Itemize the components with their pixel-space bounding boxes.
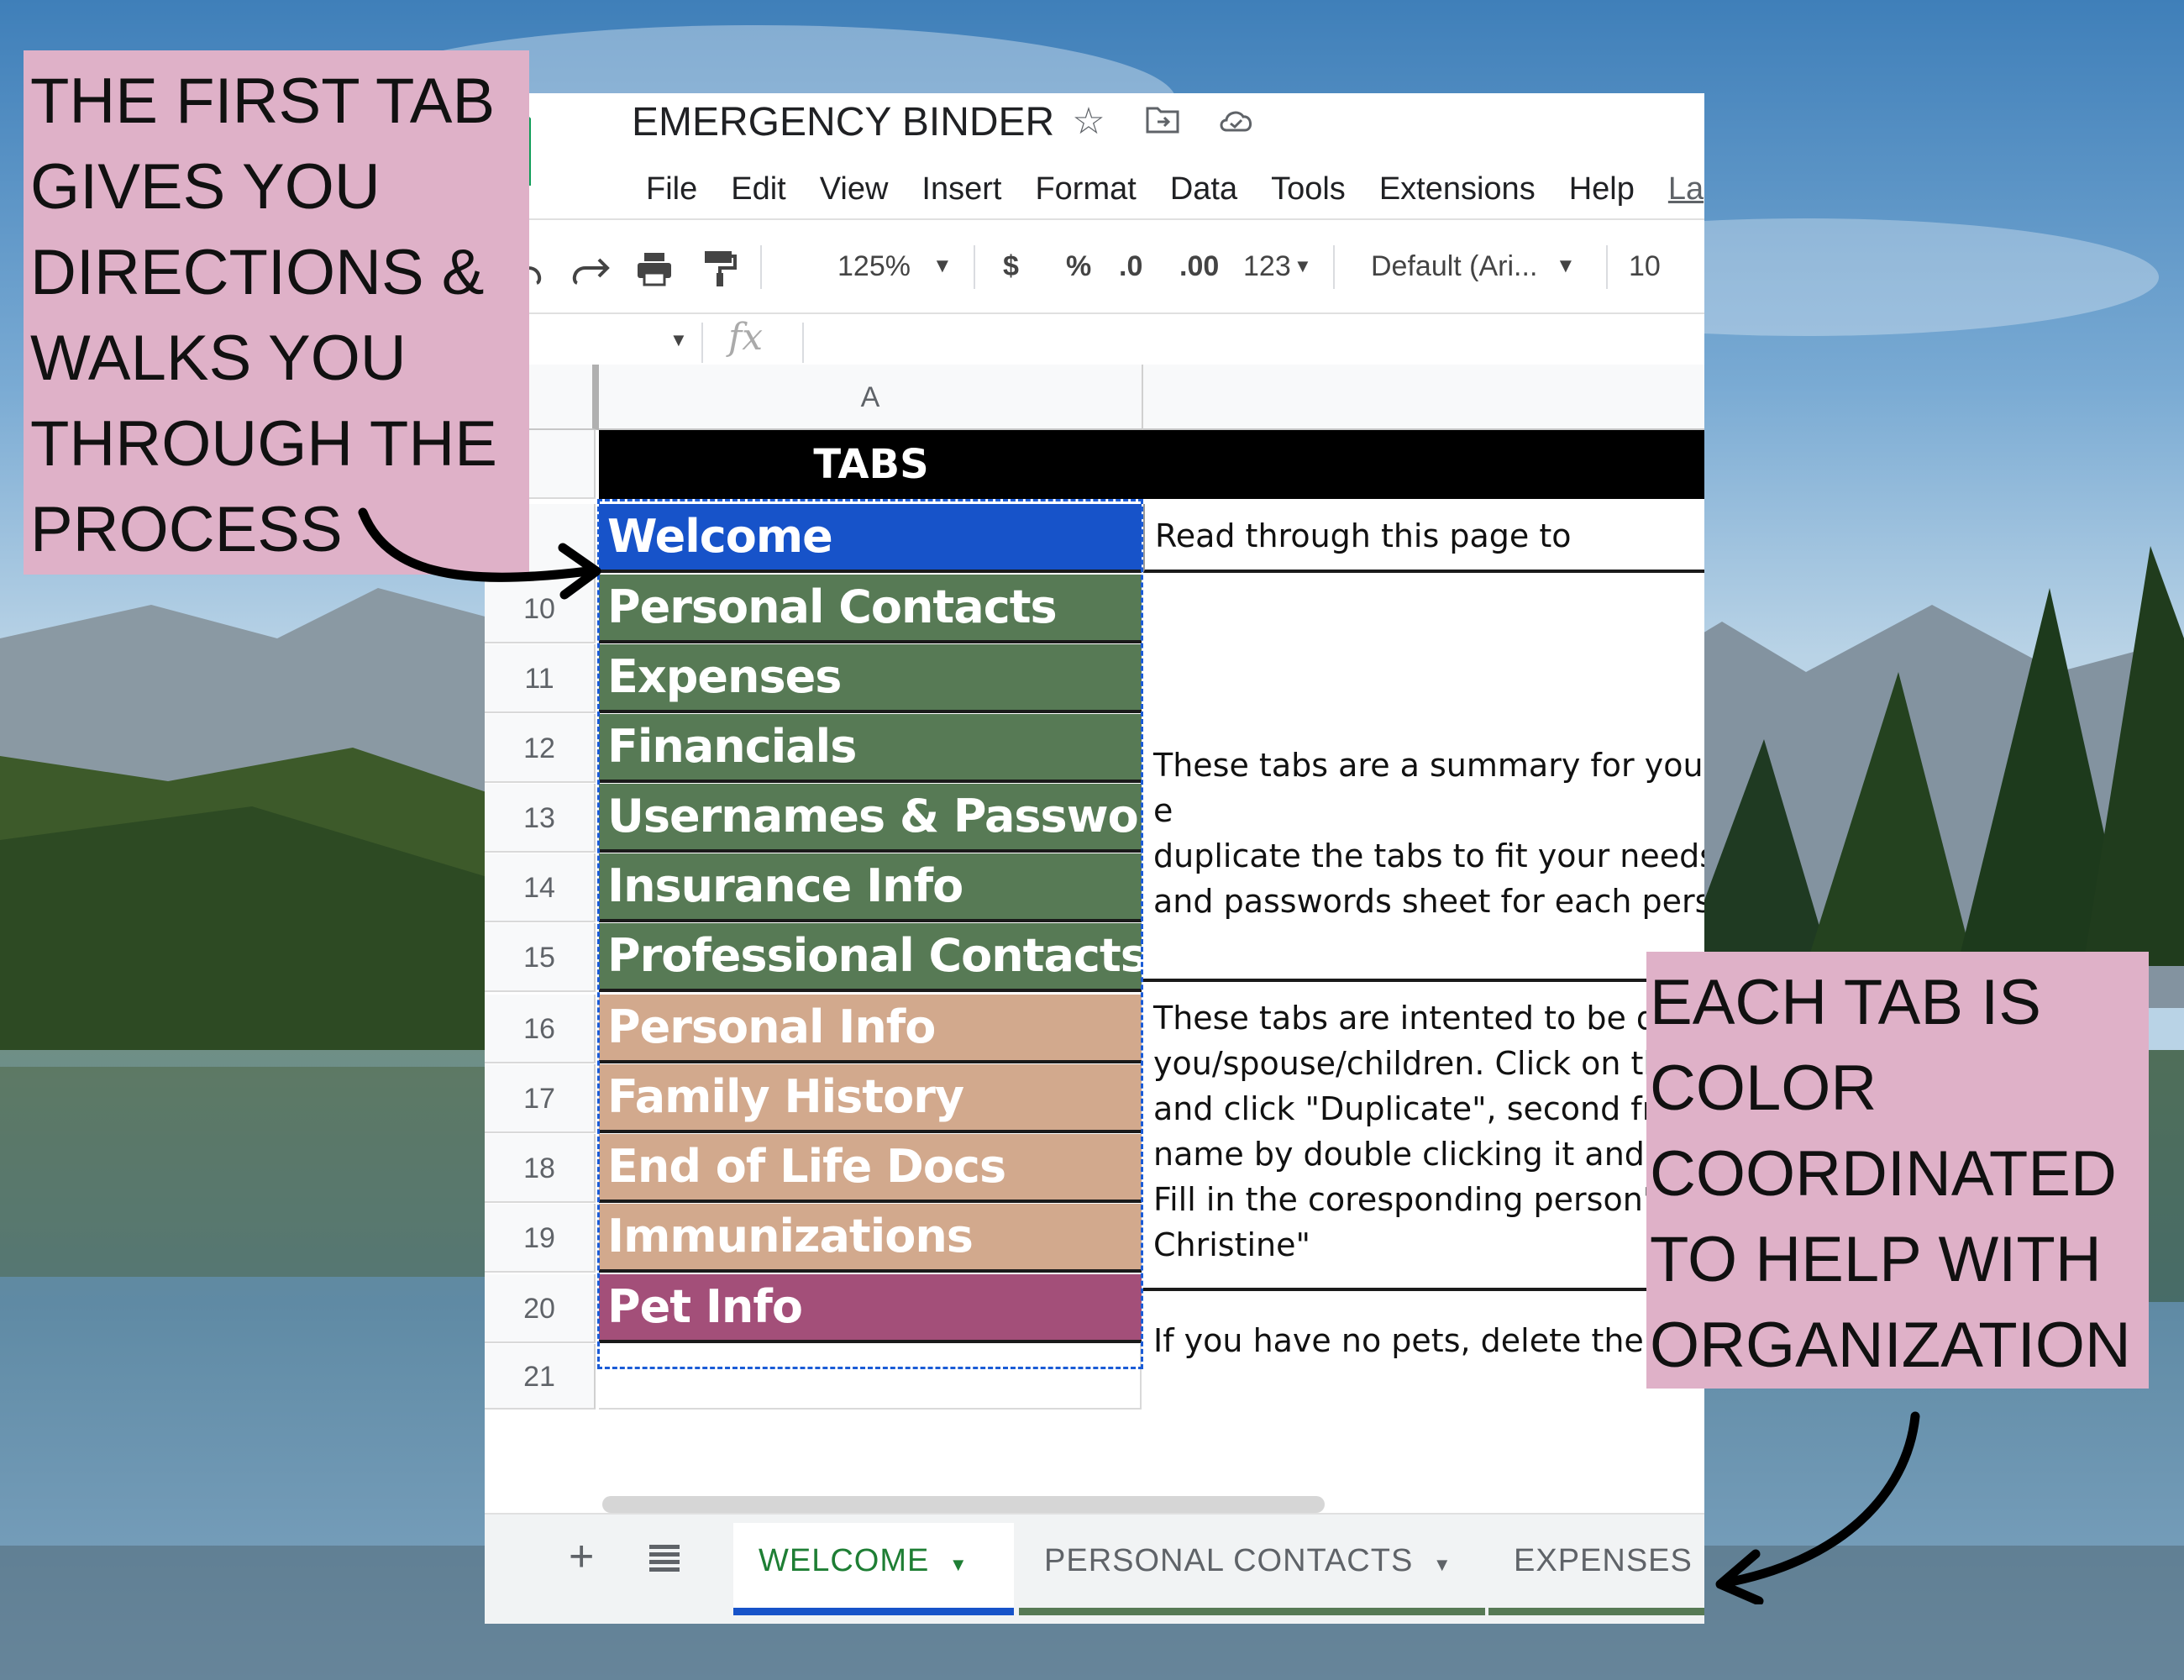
name-box-chevron-icon[interactable]: ▼ — [669, 329, 688, 351]
tab-cell-end-of-life-docs[interactable]: End of Life Docs — [599, 1134, 1142, 1203]
row-header[interactable]: 14 — [485, 853, 596, 922]
annotation-line: THE FIRST TAB — [30, 66, 496, 137]
cloud-saved-icon[interactable] — [1216, 102, 1257, 142]
menu-insert[interactable]: Insert — [905, 164, 1018, 214]
description-welcome[interactable]: Read through this page to understar — [1143, 504, 1704, 573]
tab-cell-pet-info[interactable]: Pet Info — [599, 1274, 1142, 1343]
chevron-down-icon[interactable]: ▼ — [939, 1554, 969, 1575]
chevron-down-icon[interactable]: ▼ — [1423, 1554, 1452, 1575]
sheet-tab-label: PERSONAL CONTACTS — [1044, 1543, 1414, 1578]
last-edit-link[interactable]: La — [1651, 164, 1704, 214]
toolbar: 125% ▼ $ % .0 .00 123 ▼ Default (Ari... … — [485, 218, 1704, 314]
annotation-line: EACH TAB IS — [1650, 967, 2041, 1038]
sheet-tab-label: EXPENSES — [1514, 1543, 1693, 1578]
row-header[interactable]: 17 — [485, 1064, 596, 1133]
row-header[interactable]: 11 — [485, 644, 596, 713]
spreadsheet-window: EMERGENCY BINDER ☆ File Edit View Insert… — [485, 93, 1704, 1624]
formula-input[interactable] — [821, 326, 1661, 360]
row-header[interactable]: 16 — [485, 995, 596, 1063]
menu-extensions[interactable]: Extensions — [1362, 164, 1552, 214]
annotation-line: DIRECTIONS & — [30, 237, 485, 308]
sheet-tab-label: WELCOME — [759, 1543, 930, 1578]
description-pets[interactable]: If you have no pets, delete the tab. — [1143, 1293, 1704, 1370]
tab-cell-family-history[interactable]: Family History — [599, 1064, 1142, 1133]
cell-grid: A 8 TABS 9Welcome10Personal Contacts11Ex… — [485, 365, 1704, 1515]
title-actions: ☆ — [1068, 102, 1257, 142]
increase-decimal-button[interactable]: .00 — [1179, 220, 1219, 312]
tab-cell-financials[interactable]: Financials — [599, 714, 1142, 783]
document-title[interactable]: EMERGENCY BINDER — [632, 93, 1054, 152]
annotation-line: COLOR — [1650, 1053, 1877, 1124]
tab-cell-empty[interactable] — [599, 1344, 1142, 1410]
chevron-down-icon[interactable]: ▼ — [1556, 220, 1576, 312]
annotation-line: TO HELP WITH — [1650, 1224, 2102, 1295]
star-icon[interactable]: ☆ — [1068, 102, 1109, 142]
sheet-tab-expenses[interactable]: EXPENSES — [1488, 1523, 1704, 1615]
annotation-line: COORDINATED — [1650, 1138, 2117, 1210]
horizontal-scrollbar[interactable] — [602, 1496, 1325, 1513]
row-header[interactable]: 13 — [485, 784, 596, 853]
tab-cell-welcome[interactable]: Welcome — [599, 504, 1142, 573]
tabs-header-label: TABS — [813, 441, 929, 488]
menu-file[interactable]: File — [629, 164, 714, 214]
all-sheets-icon[interactable] — [649, 1545, 680, 1576]
column-header-b[interactable] — [1143, 365, 1704, 430]
redo-icon[interactable] — [569, 220, 611, 312]
tab-cell-insurance-info[interactable]: Insurance Info — [599, 853, 1142, 922]
tab-cell-personal-info[interactable]: Personal Info — [599, 995, 1142, 1063]
row-header[interactable]: 18 — [485, 1134, 596, 1203]
sheet-tab-welcome[interactable]: WELCOME ▼ — [733, 1523, 1014, 1615]
tab-cell-professional-contacts[interactable]: Professional Contacts — [599, 923, 1142, 992]
decrease-decimal-button[interactable]: .0 — [1119, 220, 1142, 312]
description-summary-tabs[interactable]: These tabs are a summary for your e dupl… — [1143, 575, 1704, 982]
annotation-line: ORGANIZATION — [1650, 1310, 2131, 1381]
arrow-to-welcome-icon — [358, 507, 601, 600]
add-sheet-icon[interactable]: + — [569, 1531, 594, 1582]
more-formats-button[interactable]: 123 — [1243, 220, 1291, 312]
sheet-tab-bar: + WELCOME ▼ PERSONAL CONTACTS ▼ EXPENSES — [485, 1513, 1704, 1624]
row-header[interactable]: 20 — [485, 1274, 596, 1343]
menu-help[interactable]: Help — [1552, 164, 1651, 214]
menu-data[interactable]: Data — [1153, 164, 1254, 214]
font-size-input[interactable]: 10 — [1629, 220, 1661, 312]
zoom-select[interactable]: 125% — [837, 220, 911, 312]
percent-format-button[interactable]: % — [1066, 220, 1091, 312]
menu-view[interactable]: View — [803, 164, 906, 214]
menu-format[interactable]: Format — [1018, 164, 1152, 214]
move-to-folder-icon[interactable] — [1142, 102, 1183, 142]
description-duplicate-tabs[interactable]: These tabs are intented to be du you/spo… — [1143, 984, 1704, 1291]
menu-tools[interactable]: Tools — [1254, 164, 1362, 214]
chevron-down-icon[interactable]: ▼ — [1294, 220, 1312, 312]
currency-format-button[interactable]: $ — [1003, 220, 1019, 312]
print-icon[interactable] — [634, 220, 675, 312]
tabs-header-cell[interactable]: TABS — [599, 430, 1704, 499]
row-header[interactable]: 19 — [485, 1204, 596, 1273]
menu-edit[interactable]: Edit — [714, 164, 802, 214]
tab-cell-expenses[interactable]: Expenses — [599, 644, 1142, 713]
menu-bar: File Edit View Insert Format Data Tools … — [629, 164, 1704, 214]
fx-icon: fx — [728, 316, 764, 359]
annotation-line: GIVES YOU — [30, 151, 381, 223]
row-header[interactable]: 15 — [485, 923, 596, 992]
tab-cell-immunizations[interactable]: Immunizations — [599, 1204, 1142, 1273]
font-family-select[interactable]: Default (Ari... — [1371, 220, 1537, 312]
annotation-line: WALKS YOU — [30, 323, 407, 394]
chevron-down-icon[interactable]: ▼ — [932, 220, 953, 312]
tab-cell-usernames-passwords[interactable]: Usernames & Passwords — [599, 784, 1142, 853]
row-header[interactable]: 21 — [485, 1344, 596, 1410]
tab-cell-personal-contacts[interactable]: Personal Contacts — [599, 575, 1142, 643]
arrow-to-sheet-tabs-icon — [1715, 1411, 1920, 1604]
annotation-color-coordinated: EACH TAB IS COLOR COORDINATED TO HELP WI… — [1646, 952, 2149, 1389]
column-header-a[interactable]: A — [599, 365, 1143, 430]
annotation-line: THROUGH THE — [30, 408, 497, 480]
row-header[interactable]: 12 — [485, 714, 596, 783]
paint-format-icon[interactable] — [701, 220, 738, 312]
sheet-tab-personal-contacts[interactable]: PERSONAL CONTACTS ▼ — [1019, 1523, 1485, 1615]
